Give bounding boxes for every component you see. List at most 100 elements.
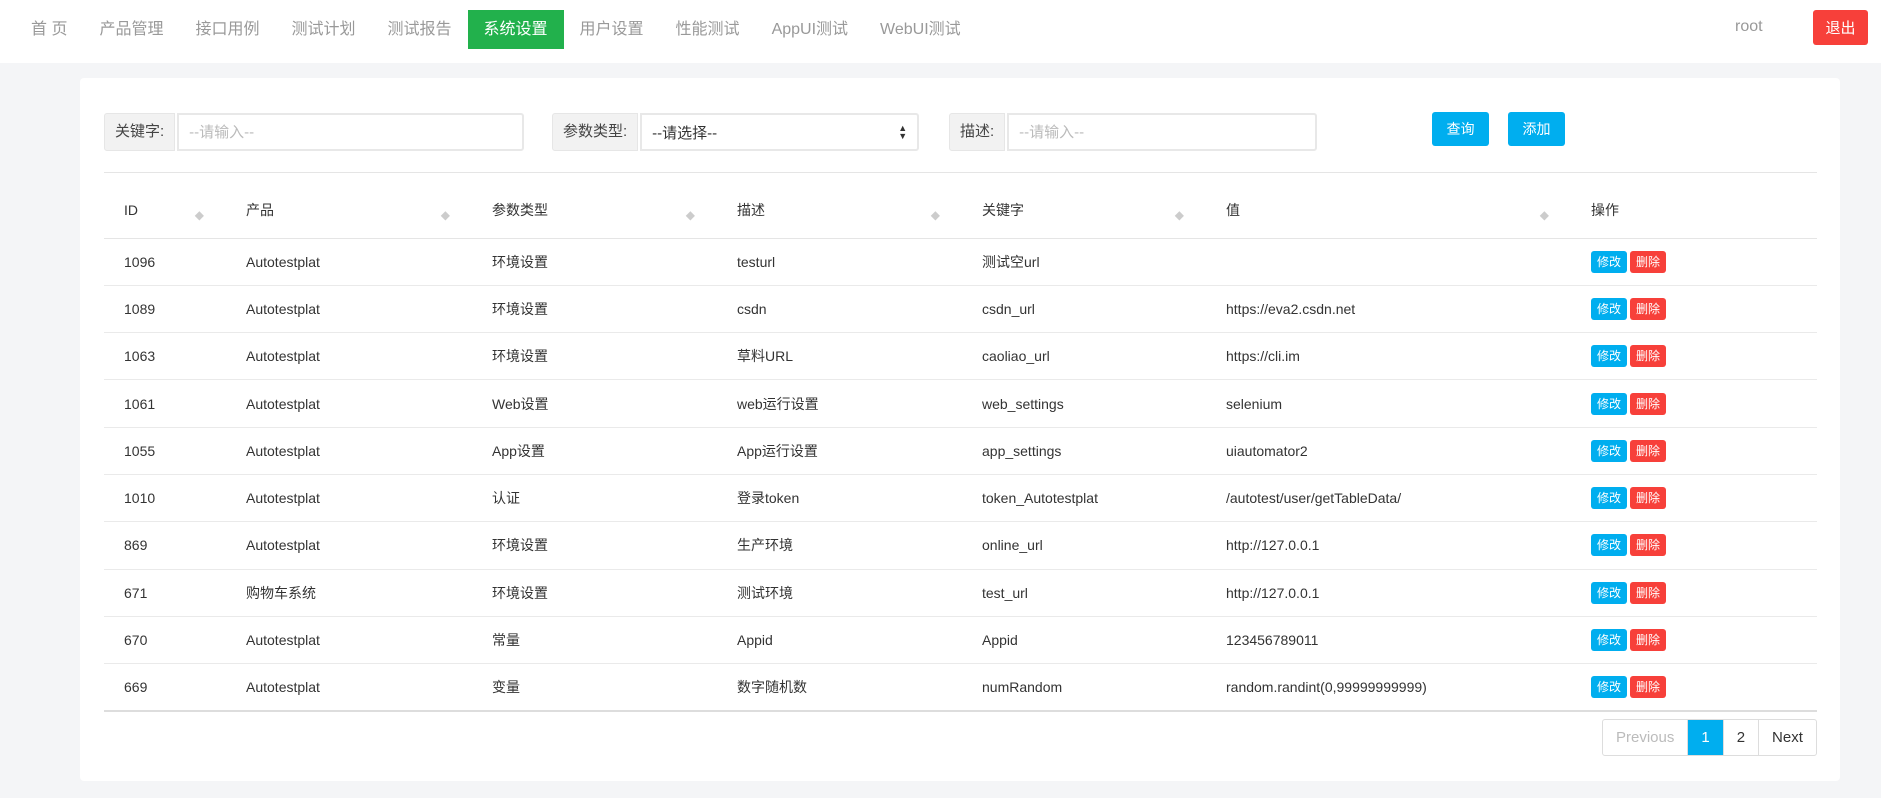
sort-icon[interactable]: ◆ <box>441 208 450 222</box>
edit-button[interactable]: 修改 <box>1591 345 1628 368</box>
delete-button[interactable]: 删除 <box>1630 487 1667 510</box>
logout-button[interactable]: 退出 <box>1813 10 1868 45</box>
nav-item[interactable]: 测试计划 <box>275 10 371 49</box>
table-cell: Autotestplat <box>226 663 472 712</box>
table-cell: 常量 <box>472 616 717 665</box>
nav-item[interactable]: 产品管理 <box>83 10 179 49</box>
column-header[interactable]: 产品 ◆ <box>226 172 472 239</box>
sort-icon[interactable]: ◆ <box>686 208 695 222</box>
delete-button[interactable]: 删除 <box>1630 250 1667 273</box>
delete-button[interactable]: 删除 <box>1630 534 1667 557</box>
page-button[interactable]: 2 <box>1722 720 1758 755</box>
table-cell: 环境设置 <box>472 521 717 570</box>
nav-item[interactable]: 性能测试 <box>660 10 756 49</box>
column-header[interactable]: 描述 ◆ <box>717 172 962 239</box>
delete-button[interactable]: 删除 <box>1630 581 1667 604</box>
table-cell: 669 <box>104 663 226 712</box>
column-header-label: 参数类型 <box>492 201 548 218</box>
table-row: 1089 Autotestplat 环境设置 csdn csdn_url https://… <box>104 285 1817 334</box>
delete-button[interactable]: 删除 <box>1630 676 1667 699</box>
table-cell: Autotestplat <box>226 332 472 381</box>
delete-button[interactable]: 删除 <box>1630 345 1667 368</box>
edit-button[interactable]: 修改 <box>1591 581 1628 604</box>
nav-item[interactable]: AppUI测试 <box>756 10 864 49</box>
table-cell: selenium <box>1206 379 1571 428</box>
column-header-label: 关键字 <box>982 201 1024 218</box>
desc-input[interactable] <box>1007 113 1318 151</box>
table-cell: Web设置 <box>472 379 717 428</box>
table-row: 669 Autotestplat 变量 数字随机数 numRandom random.ra… <box>104 663 1817 712</box>
table-row: 671 购物车系统 环境设置 测试环境 test_url http://127.0.0.1… <box>104 569 1817 617</box>
table-cell: 测试环境 <box>717 569 962 617</box>
edit-button[interactable]: 修改 <box>1591 392 1628 415</box>
column-header-label: 产品 <box>246 201 274 218</box>
table-cell: Autotestplat <box>226 474 472 523</box>
table-cell: 1010 <box>104 474 226 523</box>
table-cell: 1063 <box>104 332 226 381</box>
actions-cell: 修改 删除 <box>1571 285 1817 334</box>
table-cell <box>1206 238 1571 286</box>
edit-button[interactable]: 修改 <box>1591 250 1628 273</box>
table-cell: App设置 <box>472 427 717 475</box>
table-row: 670 Autotestplat 常量 Appid Appid 123456789011 修… <box>104 616 1817 665</box>
delete-button[interactable]: 删除 <box>1630 297 1667 320</box>
next-page-button[interactable]: Next <box>1758 720 1816 755</box>
table-cell: random.randint(0,99999999999) <box>1206 663 1571 712</box>
nav-item[interactable]: WebUI测试 <box>864 10 977 49</box>
table-cell: 123456789011 <box>1206 616 1571 665</box>
table-cell: 670 <box>104 616 226 665</box>
nav-menu: 首 页产品管理 接口用例 测试计划 测试报告 系统设置 用户设置 性能测试 AppUI测试 We… <box>15 10 977 49</box>
table-row: 1096 Autotestplat 环境设置 testurl 测试空url 修改 删除 <box>104 238 1817 286</box>
table-cell: 869 <box>104 521 226 570</box>
table-cell: https://eva2.csdn.net <box>1206 285 1571 334</box>
table-cell: test_url <box>962 569 1206 617</box>
column-header-label: 值 <box>1226 201 1240 218</box>
delete-button[interactable]: 删除 <box>1630 392 1667 415</box>
column-header-label: 操作 <box>1591 201 1619 218</box>
table-cell: Appid <box>962 616 1206 665</box>
table-cell: 环境设置 <box>472 332 717 381</box>
sort-icon[interactable]: ◆ <box>1540 208 1549 222</box>
desc-filter: 描述: <box>949 113 1318 151</box>
desc-label: 描述: <box>949 113 1006 151</box>
page-button[interactable]: 1 <box>1687 720 1723 755</box>
edit-button[interactable]: 修改 <box>1591 297 1628 320</box>
column-header[interactable]: 参数类型 ◆ <box>472 172 717 239</box>
sort-icon[interactable]: ◆ <box>1175 208 1184 222</box>
table-cell: web_settings <box>962 379 1206 428</box>
edit-button[interactable]: 修改 <box>1591 676 1628 699</box>
edit-button[interactable]: 修改 <box>1591 487 1628 510</box>
edit-button[interactable]: 修改 <box>1591 629 1628 652</box>
nav-item[interactable]: 接口用例 <box>179 10 275 49</box>
delete-button[interactable]: 删除 <box>1630 629 1667 652</box>
column-header[interactable]: 关键字 ◆ <box>962 172 1206 239</box>
nav-item[interactable]: 首 页 <box>15 10 83 49</box>
table-cell: Autotestplat <box>226 285 472 334</box>
table-cell: Autotestplat <box>226 616 472 665</box>
actions-cell: 修改 删除 <box>1571 663 1817 712</box>
actions-cell: 修改 删除 <box>1571 569 1817 617</box>
table-cell: Appid <box>717 616 962 665</box>
nav-item[interactable]: 用户设置 <box>564 10 660 49</box>
sort-icon[interactable]: ◆ <box>195 208 204 222</box>
top-nav: 首 页产品管理 接口用例 测试计划 测试报告 系统设置 用户设置 性能测试 AppUI测试 We… <box>0 0 1881 63</box>
table-cell: testurl <box>717 238 962 286</box>
delete-button[interactable]: 删除 <box>1630 439 1667 462</box>
previous-page-button[interactable]: Previous <box>1603 720 1687 755</box>
column-header[interactable]: ID ◆ <box>104 172 226 239</box>
sort-icon[interactable]: ◆ <box>931 208 940 222</box>
nav-item[interactable]: 测试报告 <box>372 10 468 49</box>
edit-button[interactable]: 修改 <box>1591 534 1628 557</box>
table-cell: /autotest/user/getTableData/ <box>1206 474 1571 523</box>
query-button[interactable]: 查询 <box>1432 112 1489 146</box>
table-row: 1055 Autotestplat App设置 App运行设置 app_settings… <box>104 427 1817 475</box>
keyword-input[interactable] <box>177 113 525 151</box>
type-select-value: --请选择-- <box>652 124 718 142</box>
edit-button[interactable]: 修改 <box>1591 439 1628 462</box>
column-header: 操作 <box>1571 172 1817 239</box>
column-header[interactable]: 值 ◆ <box>1206 172 1571 239</box>
add-button[interactable]: 添加 <box>1508 112 1565 146</box>
nav-item[interactable]: 系统设置 <box>467 10 564 49</box>
type-select[interactable]: --请选择-- ▲ ▼ <box>640 113 920 151</box>
table-cell: 1089 <box>104 285 226 334</box>
